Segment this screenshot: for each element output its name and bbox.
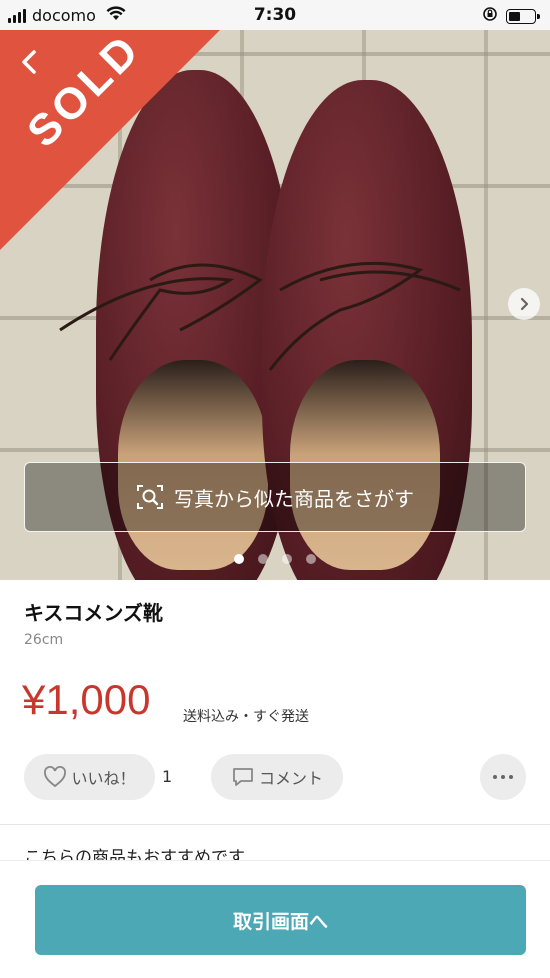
- orientation-lock-icon: [482, 6, 498, 26]
- more-dot: [509, 775, 513, 779]
- next-image-button[interactable]: [508, 288, 540, 320]
- image-search-icon: [137, 485, 163, 509]
- chevron-right-icon: [520, 297, 529, 311]
- like-label: いいね！: [71, 769, 136, 788]
- more-options-button[interactable]: [480, 754, 526, 800]
- chevron-left-icon: [22, 50, 36, 74]
- image-search-label: 写真から似た商品をさがす: [174, 486, 414, 511]
- back-button[interactable]: [12, 44, 48, 80]
- product-size: 26cm: [24, 632, 64, 648]
- pager-dot[interactable]: [234, 554, 244, 564]
- status-bar: docomo 7:30: [0, 0, 550, 30]
- image-pager[interactable]: [0, 554, 550, 564]
- comment-icon: [233, 768, 253, 786]
- image-search-button[interactable]: 写真から似た商品をさがす: [24, 462, 526, 532]
- pager-dot[interactable]: [306, 554, 316, 564]
- more-dot: [501, 775, 505, 779]
- status-right: [482, 6, 540, 26]
- shipping-note: 送料込み・すぐ発送: [183, 709, 309, 725]
- pager-dot[interactable]: [282, 554, 292, 564]
- trade-screen-button[interactable]: 取引画面へ: [35, 885, 526, 955]
- like-button[interactable]: いいね！: [24, 754, 155, 800]
- more-dot: [493, 775, 497, 779]
- heart-icon: [44, 766, 67, 788]
- battery-icon: [506, 8, 540, 24]
- divider: [0, 824, 550, 825]
- recommend-heading: こちらの商品もおすすめです: [24, 848, 245, 860]
- product-price: ¥1,000: [22, 676, 151, 723]
- pager-dot[interactable]: [258, 554, 268, 564]
- product-image[interactable]: SOLD 写真から似た商品をさがす: [0, 30, 550, 580]
- status-time: 7:30: [253, 5, 297, 25]
- like-count: 1: [162, 767, 173, 786]
- comment-button[interactable]: コメント: [211, 754, 343, 800]
- product-title: キスコメンズ靴: [24, 601, 163, 625]
- bottom-bar: 取引画面へ: [0, 860, 550, 978]
- comment-label: コメント: [258, 769, 323, 788]
